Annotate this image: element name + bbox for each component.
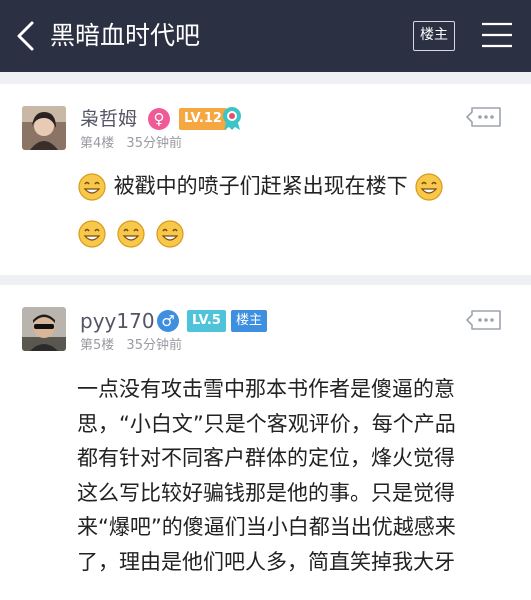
medal-icon: [223, 107, 241, 130]
owner-badge: 楼主: [231, 310, 268, 332]
floor-number: 第5楼: [80, 338, 115, 353]
smiley-emoji: [78, 173, 106, 201]
username[interactable]: pyy170: [80, 308, 155, 334]
post-text-line: 都有针对不同客户群体的定位，烽火觉得: [77, 446, 455, 470]
floor-number: 第4楼: [80, 136, 115, 151]
smiley-emoji: [156, 220, 184, 248]
forum-title: 黑暗血时代吧: [50, 21, 201, 50]
level-badge: LV.5: [187, 310, 226, 332]
post-text-line: 了，理由是他们吧人多，简直笑掉我大牙: [77, 549, 455, 574]
level-badge: LV.12: [179, 108, 227, 130]
only-owner-button[interactable]: 楼主: [413, 21, 455, 51]
more-icon[interactable]: [466, 309, 502, 331]
back-arrow-icon[interactable]: [14, 20, 40, 52]
post-separator: [0, 275, 531, 285]
female-icon: ♀: [148, 108, 170, 130]
post-floor-5: pyy170 ♂ LV.5 楼主 第5楼 35分钟前 一点没有攻击雪中那本书作者…: [0, 285, 531, 600]
post-text-line: 这么写比较好骗钱那是他的事。只是觉得: [77, 480, 455, 505]
post-text: 被戳中的喷子们赶紧出现在楼下: [113, 174, 408, 198]
post-time: 35分钟前: [126, 136, 182, 151]
top-nav-bar: 黑暗血时代吧 楼主: [0, 0, 531, 72]
username[interactable]: 枭哲姆: [80, 106, 137, 132]
post-floor-4: 枭哲姆 ♀ LV.12 第4楼 35分钟前 被戳中的喷子们赶紧出现在楼下: [0, 84, 531, 275]
post-time: 35分钟前: [126, 338, 182, 353]
smiley-emoji: [415, 173, 443, 201]
post-text-line: 思，“小白文”只是个客观评价，每个产品: [77, 411, 456, 436]
post-meta: 第4楼 35分钟前: [80, 135, 190, 153]
avatar[interactable]: [22, 106, 66, 150]
post-content: 一点没有攻击雪中那本书作者是傻逼的意 思，“小白文”只是个客观评价，每个产品 都…: [77, 372, 517, 579]
section-divider: [0, 72, 531, 84]
post-meta: 第5楼 35分钟前: [80, 337, 190, 355]
smiley-emoji: [117, 220, 145, 248]
post-text-line: 一点没有攻击雪中那本书作者是傻逼的意: [77, 377, 455, 401]
post-content: 被戳中的喷子们赶紧出现在楼下: [77, 170, 517, 251]
more-icon[interactable]: [466, 106, 502, 128]
post-text-line: 来“爆吧”的傻逼们当小白都当出优越感来: [77, 515, 456, 539]
male-icon: ♂: [157, 310, 179, 332]
avatar[interactable]: [22, 307, 66, 351]
menu-icon[interactable]: [481, 21, 513, 49]
smiley-emoji: [78, 220, 106, 248]
